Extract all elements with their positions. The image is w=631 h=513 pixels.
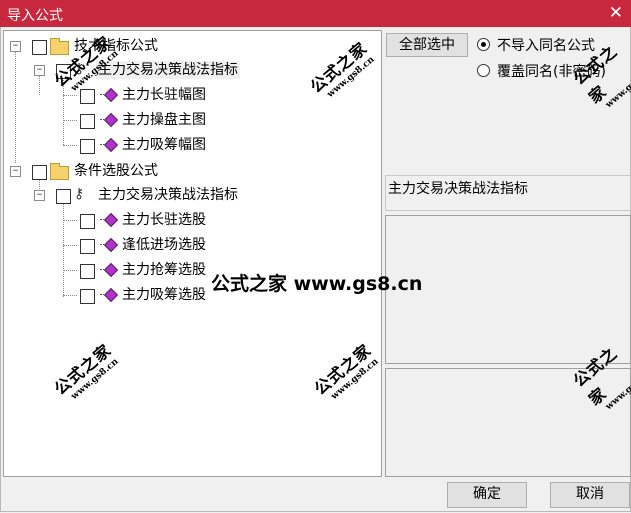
tree-leaf[interactable]: 主力吸筹幅图	[4, 136, 374, 156]
formula-description: 主力交易决策战法指标	[385, 175, 631, 211]
tree-leaf[interactable]: 主力长驻选股	[4, 211, 374, 231]
collapse-icon[interactable]: −	[34, 65, 45, 76]
key-icon: ⚷	[74, 186, 85, 202]
checkbox[interactable]	[80, 114, 95, 129]
formula-tree[interactable]: − 技术指标公式 − ⚷ 主力交易决策战法指标 主力长驻幅图 主力操盘主图 主力…	[3, 30, 382, 477]
tree-node-label: 主力交易决策战法指标	[98, 187, 238, 203]
close-icon[interactable]: ✕	[609, 3, 623, 23]
watermark: 公式之家 www.gs8.cn	[310, 340, 381, 402]
radio-overwrite-duplicates[interactable]	[477, 64, 490, 77]
import-formula-dialog: − 技术指标公式 − ⚷ 主力交易决策战法指标 主力长驻幅图 主力操盘主图 主力…	[0, 27, 631, 512]
tree-group-technical[interactable]: − 技术指标公式	[4, 37, 374, 57]
formula-gem-icon	[100, 87, 119, 103]
ok-button[interactable]: 确定	[447, 482, 527, 508]
title-bar: 导入公式 ✕	[0, 0, 631, 27]
checkbox[interactable]	[80, 239, 95, 254]
checkbox[interactable]	[80, 89, 95, 104]
collapse-icon[interactable]: −	[10, 41, 21, 52]
tree-node-indicator[interactable]: − ⚷ 主力交易决策战法指标	[4, 186, 374, 206]
collapse-icon[interactable]: −	[34, 190, 45, 201]
cancel-button[interactable]: 取消	[550, 482, 630, 508]
tree-group-label: 条件选股公式	[74, 163, 158, 179]
tree-leaf[interactable]: 逢低进场选股	[4, 236, 374, 256]
select-all-button[interactable]: 全部选中	[386, 33, 468, 57]
description-text: 主力交易决策战法指标	[388, 181, 528, 197]
formula-gem-icon	[100, 262, 119, 278]
window-title: 导入公式	[7, 8, 63, 24]
formula-gem-icon	[100, 212, 119, 228]
watermark: 公式之家 www.gs8.cn	[50, 340, 121, 402]
checkbox[interactable]	[80, 214, 95, 229]
tree-leaf-label: 主力吸筹幅图	[122, 137, 206, 153]
checkbox[interactable]	[80, 289, 95, 304]
radio-skip-label: 不导入同名公式	[497, 38, 595, 54]
checkbox[interactable]	[32, 40, 47, 55]
folder-icon	[50, 163, 69, 180]
tree-leaf-label: 主力长驻选股	[122, 212, 206, 228]
checkbox[interactable]	[80, 139, 95, 154]
radio-skip-duplicates[interactable]	[477, 38, 490, 51]
checkbox[interactable]	[32, 165, 47, 180]
formula-gem-icon	[100, 237, 119, 253]
tree-leaf-label: 主力操盘主图	[122, 112, 206, 128]
tree-leaf-label: 主力抢筹选股	[122, 262, 206, 278]
tree-leaf-label: 主力吸筹选股	[122, 287, 206, 303]
tree-leaf-label: 逢低进场选股	[122, 237, 206, 253]
checkbox[interactable]	[80, 264, 95, 279]
formula-gem-icon	[100, 137, 119, 153]
tree-leaf-label: 主力长驻幅图	[122, 87, 206, 103]
folder-icon	[50, 38, 69, 55]
checkbox[interactable]	[56, 189, 71, 204]
center-watermark: 公式之家 www.gs8.cn	[211, 273, 423, 295]
formula-gem-icon	[100, 112, 119, 128]
collapse-icon[interactable]: −	[10, 166, 21, 177]
tree-group-stock-selection[interactable]: − 条件选股公式	[4, 162, 374, 182]
formula-gem-icon	[100, 287, 119, 303]
tree-node-label: 主力交易决策战法指标	[96, 61, 240, 79]
tree-leaf[interactable]: 主力操盘主图	[4, 111, 374, 131]
